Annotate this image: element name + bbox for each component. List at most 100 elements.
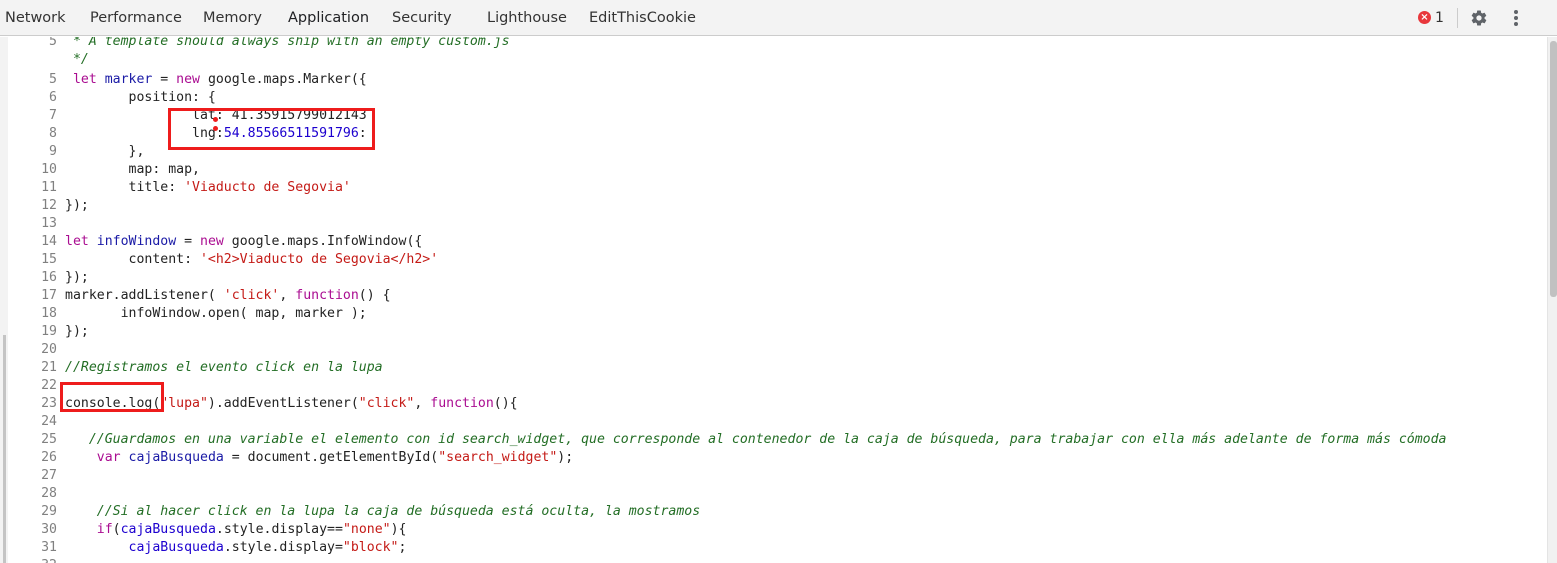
- line-number[interactable]: 21: [8, 359, 57, 377]
- code-line[interactable]: 31 cajaBusqueda.style.display="block";: [8, 539, 406, 557]
- line-number[interactable]: 31: [8, 539, 57, 557]
- code-line[interactable]: 5 * A template should always ship with a…: [8, 37, 510, 51]
- line-number[interactable]: 16: [8, 269, 57, 287]
- more-vertical-icon[interactable]: [1511, 9, 1521, 27]
- tab-editthiscookie[interactable]: EditThisCookie: [589, 0, 696, 36]
- code-text: infoWindow.open( map, marker );: [57, 305, 367, 323]
- code-text: map: map,: [57, 161, 200, 179]
- code-token: * A template should always ship with an …: [65, 37, 510, 49]
- code-text: //Registramos el evento click en la lupa: [57, 359, 383, 377]
- code-token: '<h2>Viaducto de Segovia</h2>': [199, 252, 439, 267]
- code-token: infoWindow: [96, 234, 177, 249]
- tab-lighthouse[interactable]: Lighthouse: [487, 0, 567, 36]
- vertical-scrollbar[interactable]: [1547, 37, 1557, 563]
- line-number[interactable]: 27: [8, 467, 57, 485]
- line-number[interactable]: 28: [8, 485, 57, 503]
- code-line[interactable]: 5 let marker = new google.maps.Marker({: [8, 71, 367, 89]
- code-line[interactable]: 26 var cajaBusqueda = document.getElemen…: [8, 449, 573, 467]
- code-line[interactable]: */: [8, 51, 89, 69]
- code-token: (){: [493, 396, 518, 411]
- line-number[interactable]: 6: [8, 89, 57, 107]
- line-number[interactable]: 26: [8, 449, 57, 467]
- tab-application[interactable]: Application: [288, 0, 369, 36]
- code-line[interactable]: 16});: [8, 269, 89, 287]
- code-text: * A template should always ship with an …: [57, 37, 510, 51]
- code-token: cajaBusqueda: [120, 522, 216, 537]
- code-line[interactable]: 24: [8, 413, 65, 431]
- code-text: marker.addListener( 'click', function() …: [57, 287, 391, 305]
- line-number[interactable]: 18: [8, 305, 57, 323]
- code-token: });: [65, 198, 89, 213]
- code-token: if: [96, 522, 113, 537]
- code-line[interactable]: 6 position: {: [8, 89, 216, 107]
- line-number[interactable]: 19: [8, 323, 57, 341]
- code-token: ).addEventListener(: [207, 396, 359, 411]
- tab-performance[interactable]: Performance: [90, 0, 182, 36]
- code-line[interactable]: 9 },: [8, 143, 144, 161]
- line-number[interactable]: 10: [8, 161, 57, 179]
- line-number[interactable]: 25: [8, 431, 57, 449]
- code-line[interactable]: 28: [8, 485, 65, 503]
- tab-security[interactable]: Security: [392, 0, 452, 36]
- line-number[interactable]: 5: [8, 71, 57, 89]
- code-token: ,: [414, 396, 431, 411]
- cursor-marker: [213, 117, 218, 122]
- code-text: title: 'Viaducto de Segovia': [57, 179, 351, 197]
- code-token: let: [65, 72, 105, 87]
- code-line[interactable]: 12});: [8, 197, 89, 215]
- code-line[interactable]: 18 infoWindow.open( map, marker );: [8, 305, 367, 323]
- line-number[interactable]: 17: [8, 287, 57, 305]
- tab-memory[interactable]: Memory: [203, 0, 262, 36]
- code-token: "block": [342, 540, 399, 555]
- line-number[interactable]: 20: [8, 341, 57, 359]
- line-number[interactable]: 23: [8, 395, 57, 413]
- code-token: google.maps.Marker({: [200, 72, 367, 87]
- line-number[interactable]: 24: [8, 413, 57, 431]
- code-line[interactable]: 19});: [8, 323, 89, 341]
- line-number[interactable]: 13: [8, 215, 57, 233]
- line-number[interactable]: 9: [8, 143, 57, 161]
- code-token: ,: [279, 288, 296, 303]
- tab-network[interactable]: Network: [5, 0, 66, 36]
- line-number[interactable]: 11: [8, 179, 57, 197]
- devtools-tabbar: Network Performance Memory Application Secur…: [0, 0, 1557, 36]
- line-number[interactable]: 8: [8, 125, 57, 143]
- code-line[interactable]: 27: [8, 467, 65, 485]
- line-number[interactable]: 7: [8, 107, 57, 125]
- error-x-icon[interactable]: ×: [1418, 11, 1431, 24]
- code-token: function: [295, 288, 359, 303]
- code-line[interactable]: 11 title: 'Viaducto de Segovia': [8, 179, 351, 197]
- code-line[interactable]: 25 //Guardamos en una variable el elemen…: [8, 431, 1446, 449]
- line-number[interactable]: 22: [8, 377, 57, 395]
- code-token: //Guardamos en una variable el elemento …: [65, 432, 1447, 447]
- code-token: marker.addListener(: [65, 288, 224, 303]
- line-number[interactable]: 12: [8, 197, 57, 215]
- code-line[interactable]: 14 let infoWindow = new google.maps.InfoW…: [8, 233, 422, 251]
- error-count[interactable]: 1: [1435, 0, 1444, 36]
- code-line[interactable]: 15 content: '<h2>Viaducto de Segovia</h2…: [8, 251, 438, 269]
- code-line[interactable]: 29 //Si al hacer click en la lupa la caj…: [8, 503, 700, 521]
- gear-icon[interactable]: [1470, 9, 1488, 27]
- code-line[interactable]: 30 if(cajaBusqueda.style.display=="none"…: [8, 521, 406, 539]
- code-token: "none": [342, 522, 391, 537]
- code-line[interactable]: 20: [8, 341, 65, 359]
- scrollbar-thumb[interactable]: [1550, 41, 1557, 297]
- code-text: content: '<h2>Viaducto de Segovia</h2>': [57, 251, 439, 269]
- line-number[interactable]: 15: [8, 251, 57, 269]
- line-number[interactable]: 30: [8, 521, 57, 539]
- code-token: cajaBusqueda: [128, 540, 224, 555]
- line-number[interactable]: 32: [8, 557, 57, 563]
- code-line[interactable]: 10 map: map,: [8, 161, 200, 179]
- code-line[interactable]: 17 marker.addListener( 'click', function(…: [8, 287, 391, 305]
- code-line[interactable]: 21 //Registramos el evento click en la lu…: [8, 359, 383, 377]
- code-token: content:: [65, 252, 200, 267]
- line-number[interactable]: 14: [8, 233, 57, 251]
- code-token: },: [65, 144, 145, 159]
- code-line[interactable]: 13: [8, 215, 65, 233]
- code-line[interactable]: 32: [8, 557, 65, 563]
- line-number[interactable]: 29: [8, 503, 57, 521]
- code-line[interactable]: 22: [8, 377, 65, 395]
- line-number[interactable]: 5: [8, 37, 57, 51]
- highlight-box-console-log: [60, 382, 164, 412]
